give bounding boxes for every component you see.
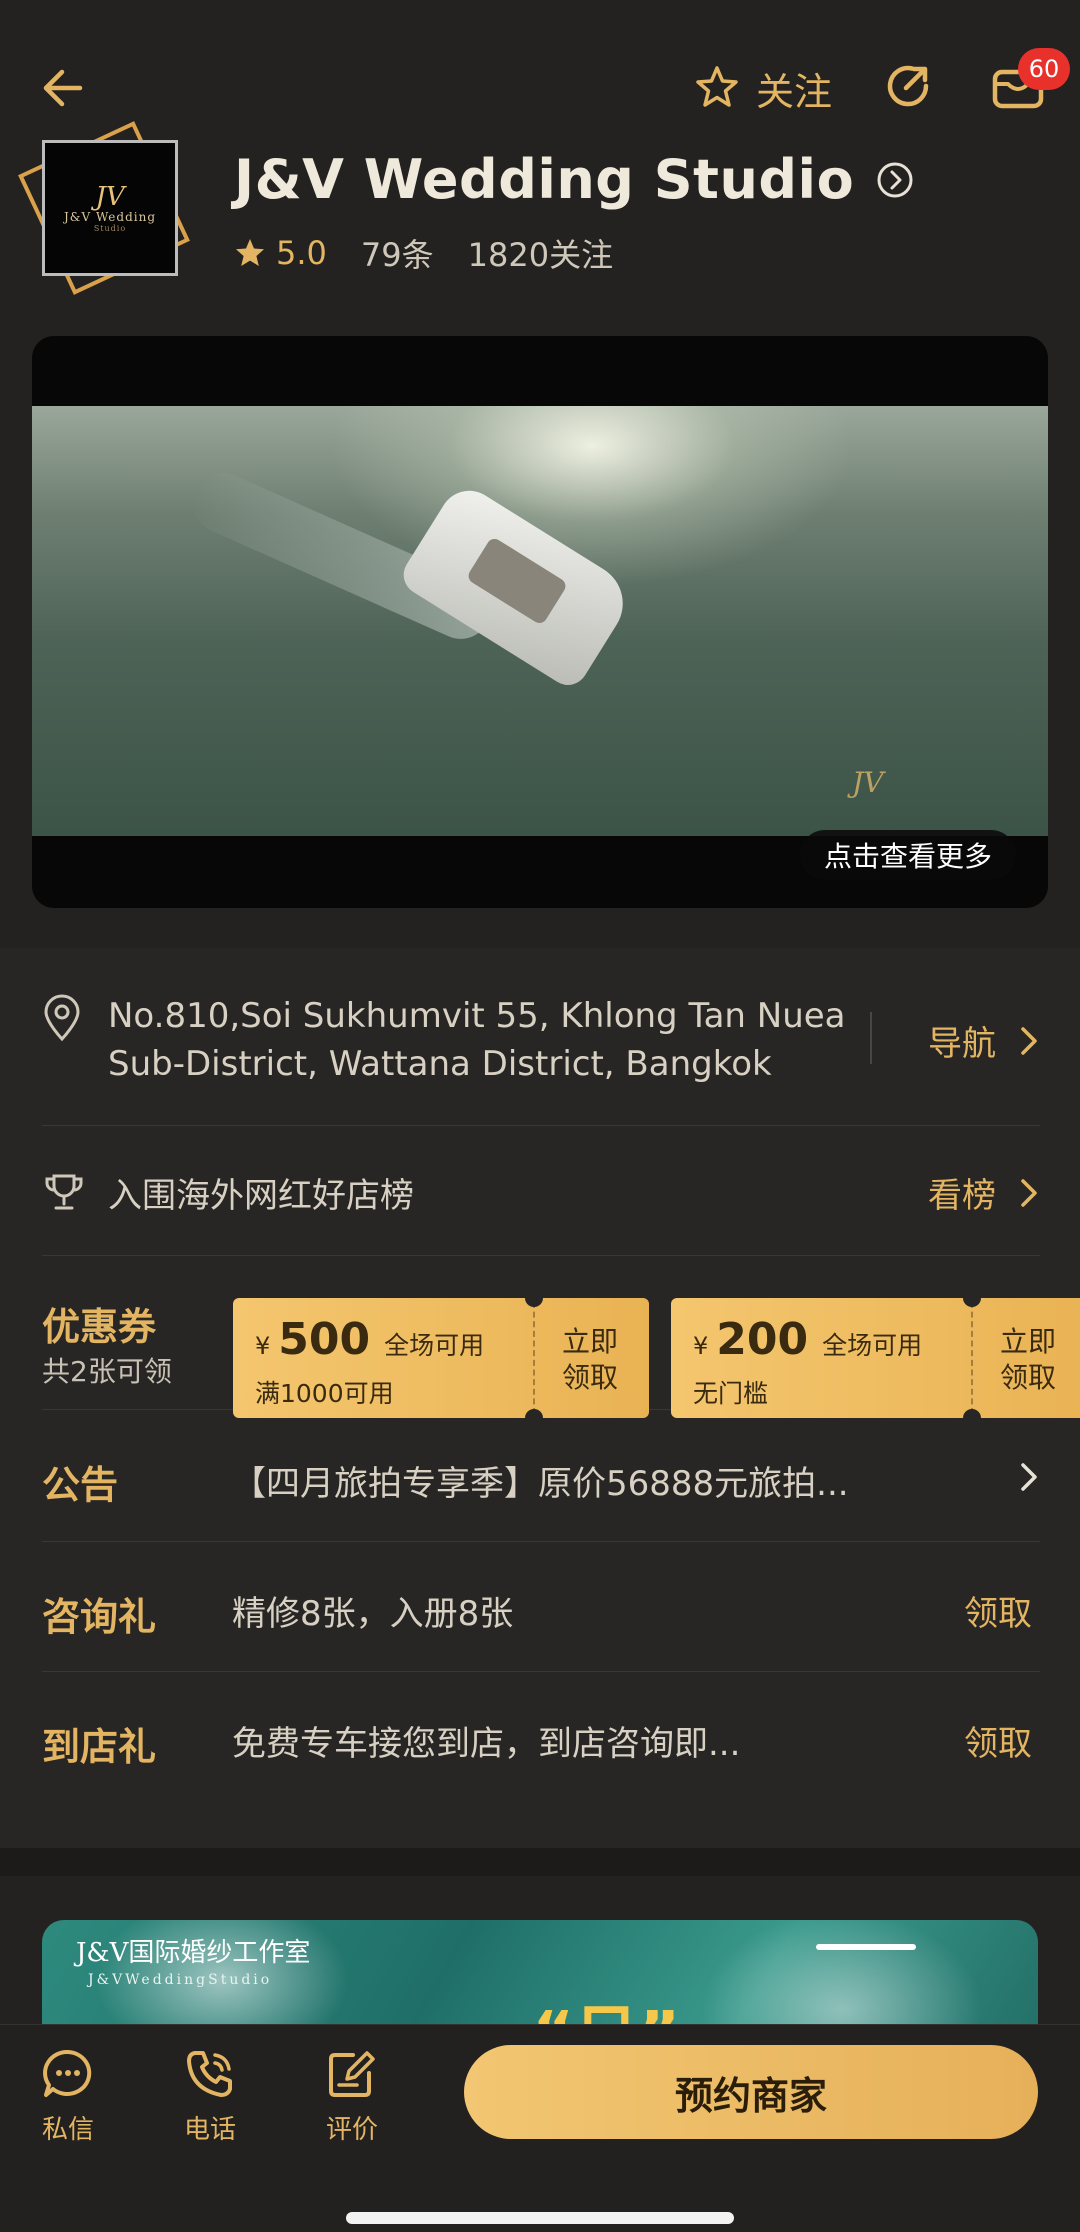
coupon-card[interactable]: ¥ 200 全场可用 无门槛 立即 领取 <box>671 1289 1080 1427</box>
back-arrow-icon[interactable] <box>36 60 92 116</box>
video-preview[interactable]: JV 点击查看更多 <box>32 336 1048 908</box>
claim-label-line-1: 立即 <box>999 1325 1056 1358</box>
studio-stats: 5.0 79条 1820关注 <box>234 230 613 276</box>
coupon-value: 500 <box>278 1314 371 1365</box>
coupon-amount: ¥ 500 全场可用 <box>255 1314 484 1365</box>
edit-review-icon <box>329 2051 375 2097</box>
consult-gift-row: 咨询礼 精修8张，入册8张 领取 <box>42 1542 1040 1672</box>
ranking-row[interactable]: 入围海外网红好店榜 看榜 <box>42 1126 1040 1256</box>
navigate-label: 导航 <box>928 1024 996 1064</box>
consult-gift-text: 精修8张，入册8张 <box>232 1594 514 1634</box>
carousel-indicator <box>816 1944 916 1950</box>
home-indicator <box>346 2212 734 2224</box>
follow-button[interactable]: 关注 <box>692 60 832 116</box>
claim-label-line-2: 领取 <box>561 1361 618 1394</box>
consult-gift-label: 咨询礼 <box>42 1595 157 1639</box>
phone-icon <box>187 2051 232 2097</box>
coupon-divider <box>971 1302 973 1414</box>
coupon-condition: 无门槛 <box>693 1379 769 1408</box>
coupon-scope: 全场可用 <box>822 1331 923 1360</box>
claim-label-line-2: 领取 <box>999 1361 1056 1394</box>
store-gift-label: 到店礼 <box>42 1725 157 1769</box>
coupon-notch <box>525 1289 543 1307</box>
currency-symbol: ¥ <box>693 1332 709 1360</box>
share-icon[interactable] <box>880 58 936 114</box>
claim-consult-gift-button[interactable]: 领取 <box>964 1586 1032 1635</box>
phone-label: 电话 <box>183 2115 236 2145</box>
logo-text: J&V Wedding <box>63 209 157 224</box>
chat-bubble-icon <box>43 2049 92 2097</box>
phone-button[interactable]: 电话 <box>160 2047 260 2146</box>
message-label: 私信 <box>41 2115 94 2145</box>
logo-signature: JV <box>95 181 125 212</box>
claim-label-line-1: 立即 <box>561 1325 618 1358</box>
address-line-2: Sub-District, Wattana District, Bangkok <box>108 1044 772 1084</box>
address-row[interactable]: No.810,Soi Sukhumvit 55, Khlong Tan Nuea… <box>42 948 1040 1126</box>
follow-label: 关注 <box>756 69 833 114</box>
trophy-icon <box>45 1174 83 1210</box>
address-text: No.810,Soi Sukhumvit 55, Khlong Tan Nuea… <box>108 992 858 1088</box>
logo-image: JV J&V Wedding Studio <box>42 140 178 276</box>
store-gift-text: 免费专车接您到店，到店咨询即... <box>232 1724 741 1764</box>
banner-title: J&V国际婚纱工作室 <box>76 1938 311 1968</box>
coupon-title: 优惠券 <box>42 1305 157 1349</box>
studio-logo[interactable]: JV J&V Wedding Studio <box>18 118 190 308</box>
follower-count: 1820关注 <box>467 236 614 274</box>
view-ranking-button[interactable]: 看榜 <box>928 1168 1040 1217</box>
store-gift-row: 到店礼 免费专车接您到店，到店咨询即... 领取 <box>42 1672 1040 1802</box>
notice-row[interactable]: 公告 【四月旅拍专享季】原价56888元旅拍... <box>42 1410 1040 1542</box>
claim-store-gift-button[interactable]: 领取 <box>964 1716 1032 1765</box>
chevron-right-icon <box>1021 1463 1037 1491</box>
notification-badge: 60 <box>1018 48 1070 90</box>
vertical-divider <box>870 1012 872 1064</box>
coupon-scope: 全场可用 <box>384 1331 485 1360</box>
banner-subtitle: J&VWeddingStudio <box>88 1972 273 1988</box>
book-merchant-button[interactable]: 预约商家 <box>464 2045 1038 2139</box>
notice-text: 【四月旅拍专享季】原价56888元旅拍... <box>232 1464 849 1504</box>
view-more-button[interactable]: 点击查看更多 <box>799 830 1016 880</box>
review-count[interactable]: 79条 <box>361 230 434 276</box>
coupon-condition: 满1000可用 <box>255 1379 394 1408</box>
coupon-value: 200 <box>716 1314 809 1365</box>
star-outline-icon <box>696 66 738 107</box>
view-ranking-label: 看榜 <box>928 1176 996 1216</box>
section-divider <box>0 1848 1080 1876</box>
chevron-right-icon <box>1021 1026 1037 1055</box>
claim-coupon-button[interactable]: 立即 领取 <box>993 1324 1063 1396</box>
address-line-1: No.810,Soi Sukhumvit 55, Khlong Tan Nuea <box>108 996 846 1036</box>
info-section: No.810,Soi Sukhumvit 55, Khlong Tan Nuea… <box>0 948 1080 1848</box>
notice-label: 公告 <box>42 1463 119 1507</box>
currency-symbol: ¥ <box>255 1332 271 1360</box>
coupon-notch <box>963 1289 981 1307</box>
star-filled-icon <box>236 239 264 266</box>
studio-title: J&V Wedding Studio <box>234 148 855 211</box>
location-pin-icon <box>44 994 80 1042</box>
chevron-right-icon <box>1021 1178 1037 1207</box>
claim-coupon-button[interactable]: 立即 领取 <box>555 1324 625 1396</box>
chevron-right-circle-icon[interactable] <box>876 161 914 199</box>
studio-title-row[interactable]: J&V Wedding Studio <box>234 148 914 211</box>
bottom-action-bar: 私信 电话 评价 预约商家 <box>0 2024 1080 2232</box>
coupon-amount: ¥ 200 全场可用 <box>693 1314 922 1365</box>
coupon-count: 共2张可领 <box>42 1355 172 1388</box>
video-watermark: JV <box>852 766 884 799</box>
logo-subtext: Studio <box>93 223 127 233</box>
rating-value: 5.0 <box>276 234 327 272</box>
coupon-divider <box>533 1302 535 1414</box>
review-button[interactable]: 评价 <box>302 2047 402 2146</box>
ranking-text: 入围海外网红好店榜 <box>108 1176 414 1216</box>
navigate-button[interactable]: 导航 <box>928 1016 1040 1065</box>
coupon-card[interactable]: ¥ 500 全场可用 满1000可用 立即 领取 <box>233 1289 649 1427</box>
coupon-row: 优惠券 共2张可领 ¥ 500 全场可用 满1000可用 立即 领取 ¥ 200… <box>42 1256 1080 1427</box>
message-button[interactable]: 私信 <box>18 2047 118 2146</box>
review-label: 评价 <box>325 2115 378 2145</box>
